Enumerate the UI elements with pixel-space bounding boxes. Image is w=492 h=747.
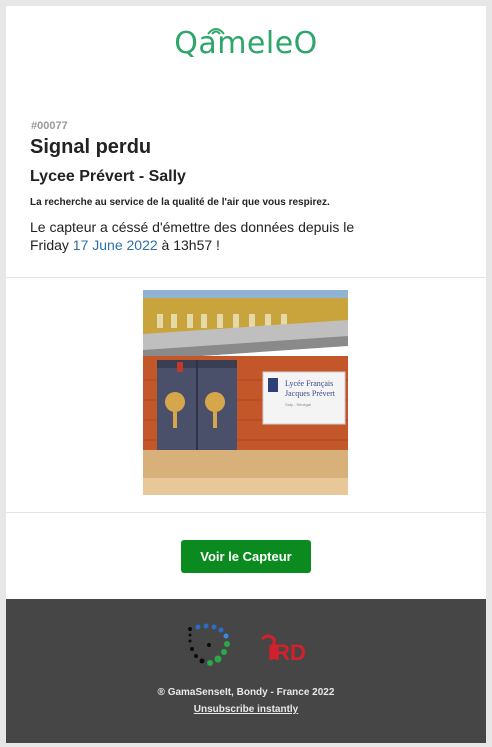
cta-container: Voir le Capteur <box>6 540 486 573</box>
alert-title: Signal perdu <box>30 136 152 158</box>
school-building-image: Lycée Français Jacques Prévert Saly - Sé… <box>143 290 348 495</box>
unsubscribe-link[interactable]: Unsubscribe instantly <box>6 704 486 715</box>
alert-message: Le capteur a céssé d'émettre des données… <box>30 218 360 254</box>
divider <box>6 277 486 278</box>
sign-line-2: Jacques Prévert <box>285 389 336 398</box>
gamasenseit-logo <box>188 623 230 666</box>
logo-wordmark: QameleO <box>174 26 318 61</box>
qameleo-logo: QameleO <box>6 26 486 61</box>
partner-logos: IRD <box>6 623 486 669</box>
sign-line-1: Lycée Français <box>285 379 333 388</box>
divider <box>6 512 486 513</box>
view-sensor-button[interactable]: Voir le Capteur <box>181 540 311 573</box>
email-card: QameleO #00077 Signal perdu Lycee Préver… <box>6 6 486 743</box>
footer: IRD ® GamaSenseIt, Bondy - France 2022 U… <box>6 599 486 743</box>
svg-text:IRD: IRD <box>268 640 306 665</box>
alert-reference: #00077 <box>31 120 68 132</box>
signal-waves-icon <box>207 28 225 35</box>
sensor-name: Lycee Prévert - Sally <box>30 168 186 185</box>
message-date: 17 June 2022 <box>72 237 158 253</box>
sensor-location-photo: Lycée Français Jacques Prévert Saly - Sé… <box>143 290 348 495</box>
partner-logos-graphic: IRD <box>188 623 306 666</box>
sign-line-3: Saly - Sénégal <box>285 402 311 407</box>
message-text-end: à 13h57 ! <box>157 237 220 253</box>
tagline: La recherche au service de la qualité de… <box>30 197 330 208</box>
copyright-text: ® GamaSenseIt, Bondy - France 2022 <box>157 687 335 698</box>
ird-logo: IRD <box>260 634 306 665</box>
